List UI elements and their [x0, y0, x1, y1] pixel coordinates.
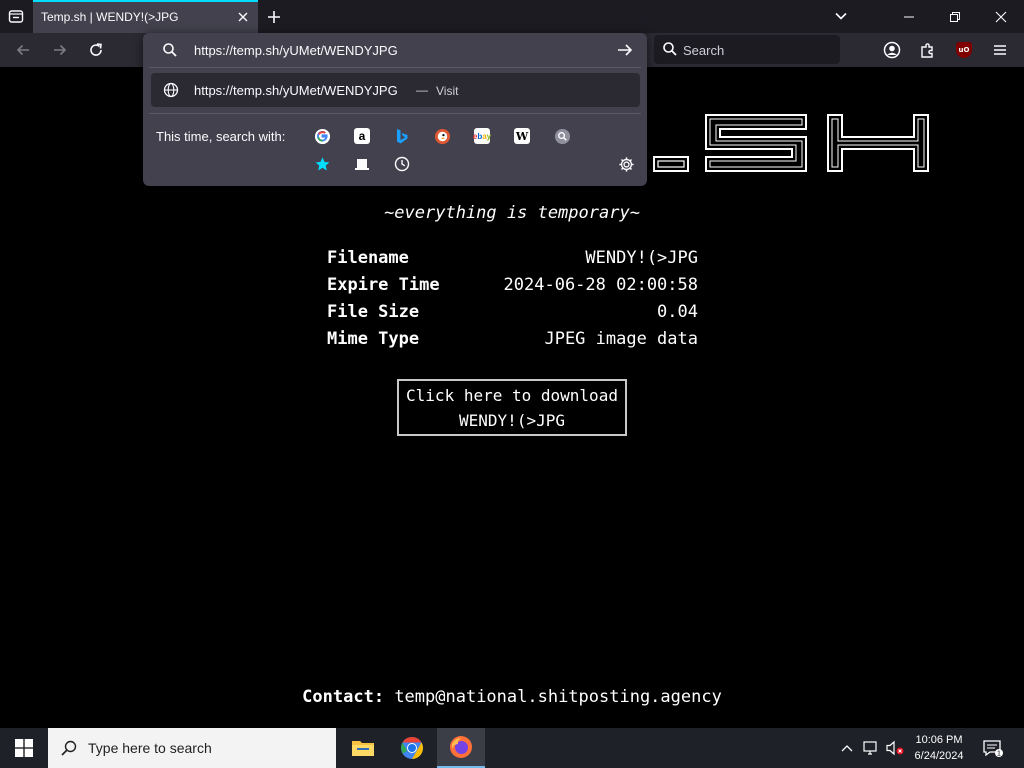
notification-count: 1 — [997, 751, 1001, 758]
menu-icon[interactable] — [988, 38, 1012, 62]
result-action: Visit — [436, 84, 459, 98]
clock-date: 6/24/2024 — [914, 750, 964, 762]
search-with-label: This time, search with: — [156, 129, 286, 144]
bookmarks-icon[interactable] — [313, 155, 331, 173]
bing-icon[interactable] — [393, 127, 411, 145]
chevron-down-icon[interactable] — [830, 5, 852, 27]
ebay-icon[interactable]: ebay — [473, 127, 491, 145]
amazon-icon[interactable]: a — [353, 127, 371, 145]
notifications-icon[interactable]: 1 — [980, 728, 1006, 768]
search-placeholder: Search — [683, 43, 725, 58]
wikipedia-icon[interactable]: W — [513, 127, 531, 145]
info-row-filename: Filename WENDY!(>JPG — [327, 246, 698, 273]
close-window-icon[interactable] — [978, 0, 1024, 33]
forward-icon[interactable] — [47, 37, 73, 63]
tab-title: Temp.sh | WENDY!(>JPG — [41, 10, 179, 24]
taskbar-search-input[interactable]: Type here to search — [48, 728, 336, 768]
contact-line: Contact: temp@national.shitposting.agenc… — [0, 687, 1024, 707]
info-row-file-size: File Size 0.04 — [327, 300, 698, 327]
firefox-icon[interactable] — [437, 728, 485, 768]
info-row-mime-type: Mime Type JPEG image data — [327, 327, 698, 354]
windows-start-icon[interactable] — [0, 728, 48, 768]
url-value: https://temp.sh/yUMet/WENDYJPG — [194, 43, 398, 58]
network-icon[interactable] — [861, 728, 881, 768]
tab-strip: Temp.sh | WENDY!(>JPG — [0, 0, 1024, 33]
download-button[interactable]: Click here to download WENDY!(>JPG — [397, 379, 627, 436]
close-tab-icon[interactable] — [234, 8, 252, 26]
minimize-icon[interactable] — [886, 0, 932, 33]
search-icon — [662, 41, 678, 61]
contact-email[interactable]: temp@national.shitposting.agency — [394, 687, 722, 707]
account-icon[interactable] — [880, 38, 904, 62]
chrome-icon[interactable] — [388, 728, 436, 768]
file-info-table: Filename WENDY!(>JPG Expire Time 2024-06… — [327, 246, 698, 354]
reload-icon[interactable] — [83, 37, 109, 63]
url-result-visit[interactable]: https://temp.sh/yUMet/WENDYJPG — Visit — [151, 73, 640, 107]
back-icon[interactable] — [10, 37, 36, 63]
info-key: Expire Time — [327, 275, 440, 295]
url-bar-dropdown: https://temp.sh/yUMet/WENDYJPG https://t… — [143, 33, 647, 186]
tagline: ~everything is temporary~ — [384, 203, 640, 223]
google-icon[interactable] — [313, 127, 331, 145]
new-tab-icon[interactable] — [262, 5, 286, 29]
info-key: Mime Type — [327, 329, 420, 349]
divider — [149, 113, 641, 114]
chevron-up-icon[interactable] — [838, 728, 856, 768]
tab-list-icon[interactable] — [4, 4, 28, 28]
site-logo — [653, 114, 929, 172]
search-icon — [60, 739, 78, 761]
info-value: JPEG image data — [544, 329, 698, 349]
result-url: https://temp.sh/yUMet/WENDYJPG — [194, 83, 398, 98]
info-row-expire-time: Expire Time 2024-06-28 02:00:58 — [327, 273, 698, 300]
system-clock[interactable]: 10:06 PM 6/24/2024 — [906, 732, 972, 764]
info-value: 0.04 — [657, 302, 698, 322]
volume-muted-icon[interactable] — [884, 728, 906, 768]
clock-time: 10:06 PM — [915, 734, 963, 746]
file-explorer-icon[interactable] — [339, 728, 387, 768]
restore-icon[interactable] — [932, 0, 978, 33]
extensions-icon[interactable] — [916, 38, 940, 62]
go-arrow-icon[interactable] — [615, 41, 635, 59]
globe-icon — [163, 82, 179, 102]
info-value: WENDY!(>JPG — [585, 248, 698, 268]
contact-label: Contact: — [302, 687, 385, 707]
duckduckgo-icon[interactable] — [433, 127, 451, 145]
download-label: Click here to download — [406, 386, 618, 405]
taskbar: Type here to search 10:06 PM 6/24/2024 1 — [0, 728, 1024, 768]
download-filename: WENDY!(>JPG — [459, 411, 565, 430]
ublock-origin-icon[interactable]: uO — [952, 38, 976, 62]
settings-gear-icon[interactable] — [617, 155, 635, 173]
history-icon[interactable] — [393, 155, 411, 173]
info-key: File Size — [327, 302, 420, 322]
info-key: Filename — [327, 248, 409, 268]
active-tab[interactable]: Temp.sh | WENDY!(>JPG — [33, 0, 258, 33]
taskbar-search-placeholder: Type here to search — [88, 740, 212, 756]
search-engine-icon[interactable] — [553, 127, 571, 145]
url-input[interactable]: https://temp.sh/yUMet/WENDYJPG — [143, 33, 647, 67]
tabs-icon[interactable] — [353, 155, 371, 173]
result-separator: — — [416, 83, 428, 97]
search-icon — [162, 42, 178, 62]
search-box[interactable]: Search — [654, 35, 840, 64]
divider — [149, 67, 641, 68]
info-value: 2024-06-28 02:00:58 — [503, 275, 698, 295]
